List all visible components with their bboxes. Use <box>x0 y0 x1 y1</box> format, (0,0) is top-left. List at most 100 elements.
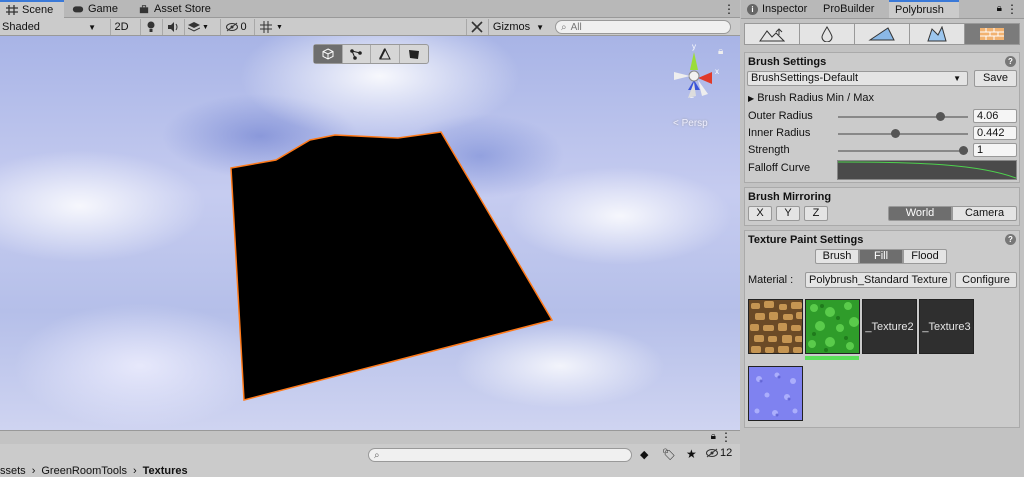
smooth-mode-button[interactable] <box>800 24 855 44</box>
paint-mode-fill-button[interactable]: Fill <box>859 249 903 264</box>
eye-slash-icon <box>226 22 239 32</box>
strength-field[interactable]: 1 <box>973 143 1017 157</box>
kebab-menu-icon[interactable]: ⋮ <box>720 430 732 444</box>
brush-preset-dropdown[interactable]: BrushSettings-Default ▼ <box>747 71 968 86</box>
hidden-packages-count: 12 <box>720 447 733 459</box>
projection-label[interactable]: < Persp <box>673 118 708 129</box>
bag-icon <box>139 5 149 14</box>
breadcrumb-item[interactable]: ssets <box>0 466 26 477</box>
breadcrumb-item-current[interactable]: Textures <box>143 466 188 477</box>
mirror-x-button[interactable]: X <box>748 206 772 221</box>
layers-icon <box>188 22 201 32</box>
paint-texture-icon <box>980 28 1004 40</box>
brush-radius-foldout[interactable]: ▶ Brush Radius Min / Max <box>748 92 874 104</box>
slider-thumb[interactable] <box>891 129 900 138</box>
chevron-down-icon: ▼ <box>536 22 545 32</box>
breadcrumb: ssets › GreenRoomTools › Textures <box>0 466 740 477</box>
breadcrumb-item[interactable]: GreenRoomTools <box>41 466 127 477</box>
dirt-texture-thumbnail <box>749 300 802 353</box>
tab-asset-store[interactable]: Asset Store <box>132 0 222 18</box>
info-icon: i <box>747 3 758 15</box>
painted-mesh[interactable] <box>0 36 740 430</box>
inner-radius-field[interactable]: 0.442 <box>973 126 1017 140</box>
texture2-slot[interactable]: _Texture2 <box>862 299 917 354</box>
configure-button[interactable]: Configure <box>955 272 1017 288</box>
normal-texture-thumbnail <box>749 367 802 420</box>
texture3-slot[interactable]: _Texture3 <box>919 299 974 354</box>
dirt-texture-slot[interactable] <box>748 299 803 354</box>
slider-thumb[interactable] <box>959 146 968 155</box>
face-mode-button[interactable] <box>400 45 428 63</box>
grid-dropdown[interactable]: ▼ <box>254 19 288 35</box>
star-icon[interactable]: ★ <box>686 447 697 461</box>
tab-polybrush-label: Polybrush <box>895 4 944 16</box>
material-dropdown[interactable]: Polybrush_Standard Texture <box>805 272 951 288</box>
help-icon[interactable]: ? <box>1005 56 1016 67</box>
outer-radius-slider[interactable] <box>838 112 968 121</box>
svg-text:y: y <box>692 42 696 51</box>
mirror-y-button[interactable]: Y <box>776 206 800 221</box>
tab-probuilder[interactable]: ProBuilder <box>817 0 887 18</box>
mirror-camera-button[interactable]: Camera <box>952 206 1017 221</box>
save-brush-button[interactable]: Save <box>974 70 1017 87</box>
tools-dropdown[interactable] <box>466 19 486 35</box>
paint-color-mode-button[interactable] <box>855 24 910 44</box>
smooth-icon <box>821 26 833 42</box>
help-icon[interactable]: ? <box>1005 234 1016 245</box>
effects-dropdown[interactable]: ▼ <box>184 19 212 35</box>
sculpt-mode-button[interactable] <box>745 24 800 44</box>
outer-radius-label: Outer Radius <box>748 110 813 122</box>
paint-mode-brush-button[interactable]: Brush <box>815 249 859 264</box>
texture3-slot-label: _Texture3 <box>922 320 971 333</box>
gizmos-dropdown[interactable]: Gizmos ▼ <box>488 19 548 35</box>
project-search-input[interactable]: ⌕ <box>368 448 632 462</box>
scene-search-input[interactable]: ⌕ All <box>555 20 731 34</box>
kebab-menu-icon[interactable]: ⋮ <box>1006 2 1018 16</box>
prefab-mode-button[interactable] <box>910 24 965 44</box>
lock-icon[interactable]: 🔒︎ <box>718 46 723 57</box>
outer-radius-field[interactable]: 4.06 <box>973 109 1017 123</box>
brush-radius-foldout-label: Brush Radius Min / Max <box>757 92 874 104</box>
mirror-world-button[interactable]: World <box>888 206 952 221</box>
tab-game[interactable]: Game <box>66 0 130 18</box>
normal-texture-slot[interactable] <box>748 366 803 421</box>
toggle-2d-button[interactable]: 2D <box>110 19 132 35</box>
inner-radius-slider[interactable] <box>838 129 968 138</box>
hidden-packages-toggle[interactable]: 12 <box>706 447 732 459</box>
filter-type-icon[interactable]: ◆ <box>640 448 648 461</box>
edge-mode-button[interactable] <box>371 45 400 63</box>
brush-settings-title: Brush Settings <box>748 56 827 68</box>
brush-mirroring-title: Brush Mirroring <box>748 191 832 203</box>
project-header: 🔒︎ ⋮ <box>0 430 740 444</box>
falloff-curve-field[interactable] <box>837 160 1017 180</box>
triangle-right-icon: ▶ <box>748 94 755 103</box>
mirror-z-button[interactable]: Z <box>804 206 828 221</box>
paint-mode-flood-button[interactable]: Flood <box>903 249 947 264</box>
tag-icon[interactable]: 🏷︎ <box>662 448 676 461</box>
lock-icon[interactable]: 🔒︎ <box>997 3 1002 14</box>
chevron-right-icon: › <box>132 466 137 477</box>
kebab-menu-icon[interactable]: ⋮ <box>722 2 736 16</box>
gamepad-icon <box>72 6 84 13</box>
grass-texture-slot[interactable] <box>805 299 860 354</box>
tab-inspector[interactable]: i Inspector <box>741 0 815 18</box>
chevron-right-icon: › <box>31 466 36 477</box>
object-mode-button[interactable] <box>314 45 343 63</box>
shading-mode-dropdown[interactable]: Shaded ▼ <box>0 19 100 35</box>
search-icon: ⌕ <box>374 449 380 461</box>
vertex-mode-button[interactable] <box>343 45 371 63</box>
prefab-icon <box>927 26 947 42</box>
paint-texture-mode-button[interactable] <box>965 24 1019 44</box>
scene-visibility-toggle[interactable]: 0 <box>220 19 252 35</box>
lighting-toggle[interactable] <box>140 19 160 35</box>
lock-icon[interactable]: 🔒︎ <box>711 431 716 442</box>
slider-thumb[interactable] <box>936 112 945 121</box>
strength-slider[interactable] <box>838 146 968 155</box>
hidden-count: 0 <box>240 21 247 33</box>
tab-scene[interactable]: Scene <box>0 0 64 18</box>
scene-viewport[interactable]: y x z 🔒︎ < Persp <box>0 36 740 430</box>
chevron-down-icon: ▼ <box>276 23 283 31</box>
tab-polybrush[interactable]: Polybrush <box>889 0 959 18</box>
audio-toggle[interactable] <box>162 19 182 35</box>
mesh-face[interactable] <box>230 131 554 401</box>
